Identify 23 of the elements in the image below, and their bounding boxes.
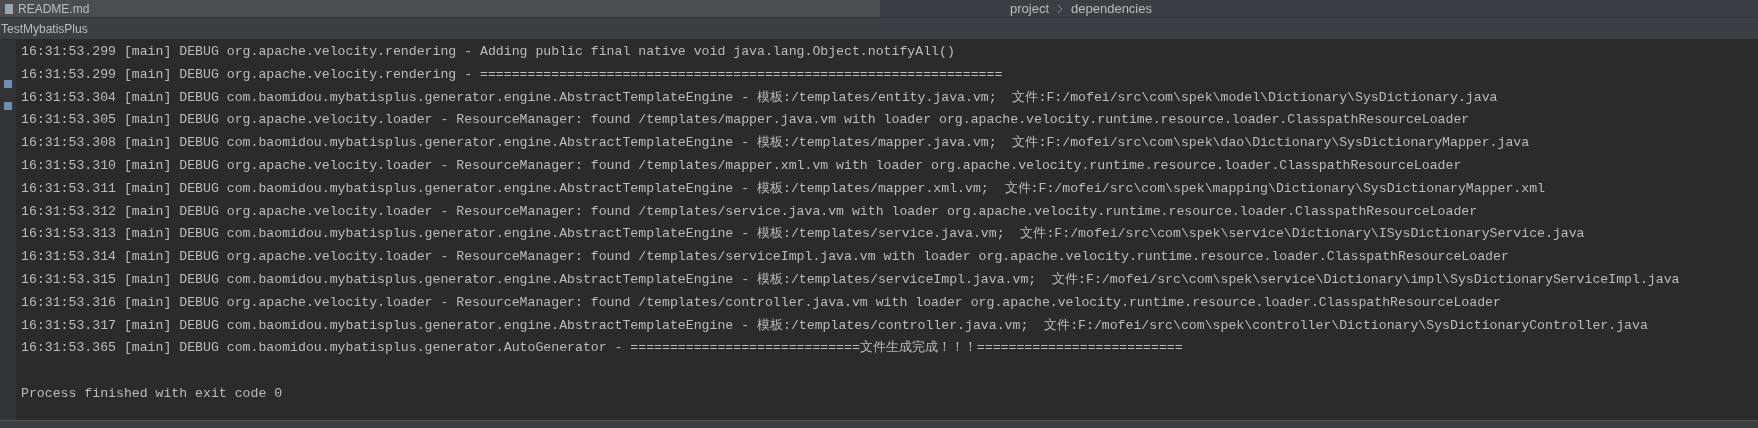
console-line: 16:31:53.314 [main] DEBUG org.apache.velocity.loader - ResourceManager: found /templates/serviceImpl.java.vm with loader org.apache.velocity.runtime.resource.loader.ClasspathResourceLoader bbox=[21, 248, 1510, 267]
console-line: 16:31:53.312 [main] DEBUG org.apache.velocity.loader - ResourceManager: found /templates/service.java.vm with loader org.apache.velocity.runtime.resource.loader.ClasspathResourceLoader bbox=[21, 202, 1479, 221]
console-line: 16:31:53.311 [main] DEBUG com.baomidou.mybatisplus.generator.engine.AbstractTemplateEngine - 模板:/templates/mapper.xml.vm; 文件:F:/mofei/src\com\spek\mapping\Dictionary\SysDictionaryMapper.xml bbox=[21, 179, 1546, 198]
breadcrumb-item[interactable]: project bbox=[1010, 0, 1050, 19]
console-line: 16:31:53.365 [main] DEBUG com.baomidou.mybatisplus.generator.AutoGenerator - =============================文件生成完成！！！========================== bbox=[21, 339, 1184, 358]
toolbar-icon[interactable] bbox=[4, 80, 12, 88]
console-line: 16:31:53.310 [main] DEBUG org.apache.velocity.loader - ResourceManager: found /templates/mapper.xml.vm with loader org.apache.velocity.runtime.resource.loader.ClasspathResourceLoader bbox=[21, 157, 1463, 175]
console-line: 16:31:53.316 [main] DEBUG org.apache.velocity.loader - ResourceManager: found /templates/controller.java.vm with loader org.apache.velocity.runtime.resource.loader.ClasspathResourceLoader bbox=[21, 293, 1502, 312]
console-line: 16:31:53.315 [main] DEBUG com.baomidou.mybatisplus.generator.engine.AbstractTemplateEngine - 模板:/templates/serviceImpl.java.vm; 文件:F:/mofei/src\com\spek\service\Dictionary\impl\SysDictionaryServiceImpl.java bbox=[21, 270, 1680, 289]
console-line: 16:31:53.299 [main] DEBUG org.apache.velocity.rendering - Adding public final native void java.lang.Object.notifyAll() bbox=[21, 43, 956, 61]
console-line: 16:31:53.305 [main] DEBUG org.apache.velocity.loader - ResourceManager: found /templates/mapper.java.vm with loader org.apache.velocity.runtime.resource.loader.ClasspathResourceLoader bbox=[21, 111, 1471, 130]
editor-tab[interactable]: README.md bbox=[18, 2, 90, 15]
console-line: 16:31:53.308 [main] DEBUG com.baomidou.mybatisplus.generator.engine.AbstractTemplateEngine - 模板:/templates/mapper.java.vm; 文件:F:/mofei/src\com\spek\dao\Dictionary\SysDictionaryMapper.java bbox=[21, 134, 1531, 153]
console-line: 16:31:53.317 [main] DEBUG com.baomidou.mybatisplus.generator.engine.AbstractTemplateEngine - 模板:/templates/controller.java.vm; 文件:F:/mofei/src\com\spek\controller\Dictionary\SysDictionaryController.java bbox=[21, 316, 1649, 335]
console-line: 16:31:53.304 [main] DEBUG com.baomidou.mybatisplus.generator.engine.AbstractTemplateEngine - 模板:/templates/entity.java.vm; 文件:F:/mofei/src\com\spek\model\Dictionary\SysDictionary.java bbox=[21, 88, 1499, 107]
toolbar-icon[interactable] bbox=[4, 102, 12, 110]
console-line: 16:31:53.313 [main] DEBUG com.baomidou.mybatisplus.generator.engine.AbstractTemplateEngine - 模板:/templates/service.java.vm; 文件:F:/mofei/src\com\spek\service\Dictionary\ISysDictionaryService.java bbox=[21, 225, 1586, 244]
run-tab[interactable]: TestMybatisPlus bbox=[0, 19, 89, 38]
exit-message: Process finished with exit code 0 bbox=[21, 384, 284, 403]
breadcrumb-item[interactable]: dependencies bbox=[1071, 0, 1152, 19]
chevron-icon bbox=[1057, 3, 1064, 14]
console-line: 16:31:53.299 [main] DEBUG org.apache.velocity.rendering - ================================================================== bbox=[21, 65, 1004, 84]
file-icon bbox=[4, 2, 14, 15]
